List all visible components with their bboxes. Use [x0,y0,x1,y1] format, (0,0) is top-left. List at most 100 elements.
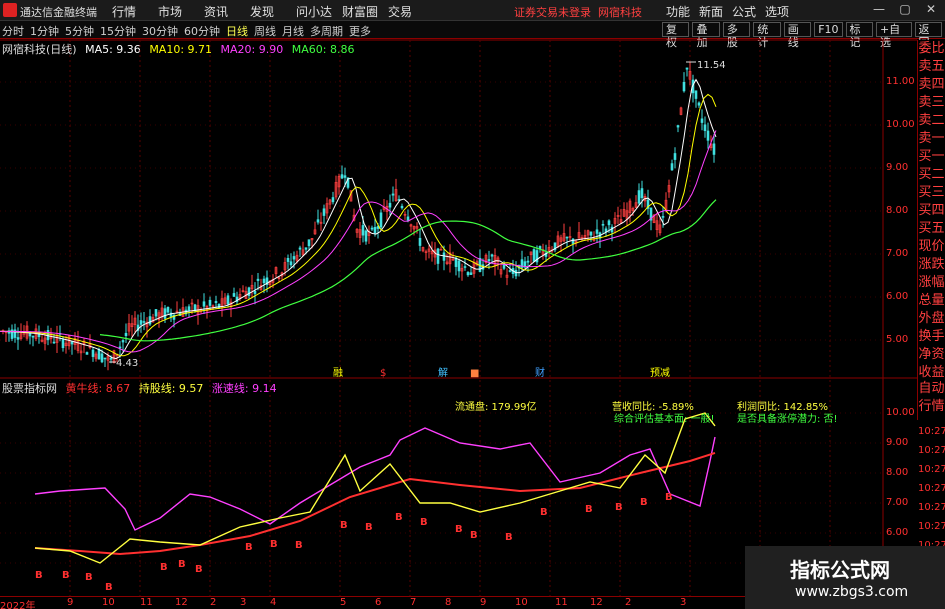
low-price-label: 4.43 [116,358,139,369]
candle-body [109,357,113,360]
indicator-y-label-3: 7.00 [886,497,909,508]
candle-body [436,248,440,264]
buy-marker-20: B [640,497,648,508]
float-cap: 流通盘: 179.99亿 [455,402,537,413]
main-y-label-4: 7.00 [886,248,909,259]
quote-item-10: 买五 [918,221,945,236]
candle-body [256,278,260,281]
buy-marker-9: B [295,540,303,551]
candle-body [70,341,74,345]
candle-body [589,231,593,236]
main-y-label-2: 9.00 [886,162,909,173]
event-marker-2: 解 [438,366,448,379]
event-marker-1: $ [380,368,386,379]
candle-body [637,190,641,204]
candle-body [442,252,446,261]
candle-body [508,270,512,272]
candle-body [418,237,422,246]
ma20-line [0,130,717,353]
candle-body [487,259,491,262]
quote-item-15: 外盘 [918,311,945,326]
candle-body [694,90,698,99]
x-label-9: 6 [375,597,382,608]
buy-marker-6: B [195,564,203,575]
eval-text: 综合评估基本面: 一般! [614,414,715,425]
quote-item-4: 卖二 [918,113,945,128]
candle-body [454,257,458,267]
quote-item-16: 换手 [918,329,945,344]
event-marker-5: 预减 [650,367,670,379]
candle-body [97,349,101,360]
buy-marker-8: B [270,539,278,550]
candle-body [202,301,206,307]
quote-item-5: 卖一 [918,131,945,146]
quote-bottom-item-1[interactable]: 行情 [918,398,945,416]
candle-body [343,175,347,178]
candle-body [286,257,290,262]
candle-body [607,220,611,226]
candle-body [85,352,89,355]
candle-body [16,337,20,340]
candle-body [142,321,146,323]
main-y-label-0: 11.00 [886,76,915,87]
buy-marker-7: B [245,542,253,553]
potential-text: 是否具备涨停潜力: 否! [737,414,838,425]
event-marker-0: 融 [333,367,343,379]
time-label-4: 10:27 [918,502,945,513]
time-label-5: 10:27 [918,521,945,532]
candle-body [685,67,689,70]
candle-body [532,249,536,262]
candle-body [466,272,470,276]
candle-body [682,81,686,92]
chart-canvas[interactable]: B B BBB B BB B BB BB BBB BB B B B B 融 $ 解 ■ 财预减 [0,0,917,596]
toolbar-button-8[interactable]: 返回 [914,22,942,49]
indicator-y-label-1: 9.00 [886,437,909,448]
candle-body [100,353,104,363]
x-label-2: 10 [102,597,115,608]
x-label-3: 11 [140,597,153,608]
buy-marker-12: B [395,512,403,523]
buy-marker-10: B [340,520,348,531]
watermark-title: 指标公式网 [790,558,890,582]
candle-body [121,340,125,343]
time-label-1: 10:27 [918,445,945,456]
close-icon[interactable]: ✕ [918,2,944,16]
candle-body [490,254,494,257]
main-y-label-5: 6.00 [886,291,909,302]
candle-body [232,293,236,297]
buy-marker-4: B [160,562,168,573]
candle-body [262,278,266,284]
quote-panel: 委比 卖五 卖四 卖三 卖二 卖一 买一 买二 买三 买四 买五 现价 涨跌 涨幅 总量 外盘 换手 净资 收益 [917,40,945,380]
candle-body [676,125,680,128]
quote-item-6: 买一 [918,149,945,164]
candle-body [463,266,467,268]
buy-marker-5: B [178,559,186,570]
candle-body [139,320,143,325]
buy-marker-18: B [585,504,593,515]
x-label-4: 12 [175,597,188,608]
candle-body [388,202,392,208]
watermark-url: www.zbgs3.com [795,584,909,600]
quote-item-7: 买二 [918,167,945,182]
candle-body [571,238,575,244]
candle-body [292,256,296,260]
x-label-14: 11 [555,597,568,608]
x-label-8: 5 [340,597,347,608]
buy-marker-3: B [105,582,113,593]
indicator-y-label-2: 8.00 [886,467,909,478]
quote-item-9: 买四 [918,203,945,218]
candle-body [703,124,707,131]
candle-body [673,153,677,160]
quote-bottom-item-0[interactable]: 自动 [918,380,945,398]
quote-item-12: 涨跌 [918,257,945,272]
buy-marker-19: B [615,502,623,513]
x-label-5: 2 [210,597,217,608]
candle-body [322,208,326,216]
x-label-13: 10 [515,597,528,608]
candle-body [700,118,704,123]
x-label-12: 9 [480,597,487,608]
hold-line [34,412,716,564]
x-label-17: 3 [680,597,687,608]
quote-item-2: 卖四 [918,77,945,92]
candle-body [661,216,665,218]
